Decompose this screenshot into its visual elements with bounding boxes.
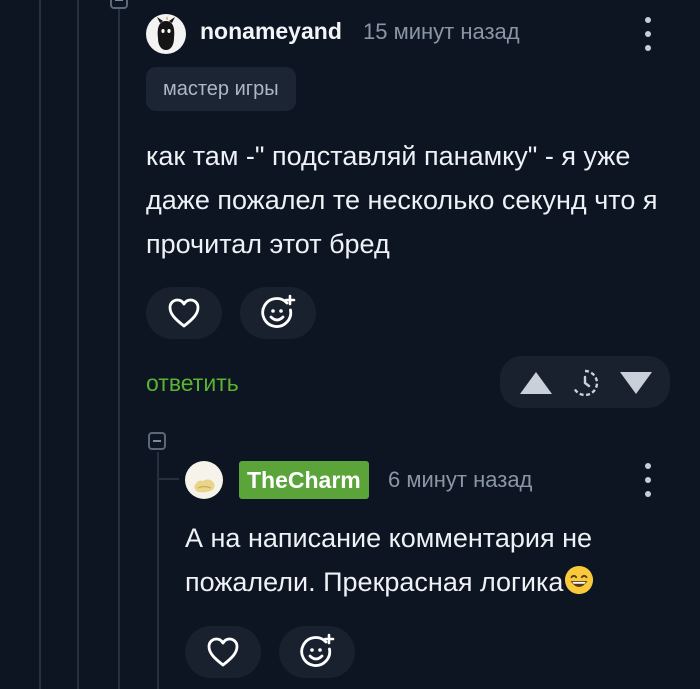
heart-icon: [207, 637, 239, 667]
smiley-plus-icon: [261, 294, 296, 328]
comment-text: как там -" подставляй панамку" - я уже д…: [146, 141, 658, 259]
comment-author[interactable]: TheCharm: [239, 461, 369, 499]
comment-text: А на написание комментария не пожалели. …: [185, 516, 685, 604]
clock-history-icon[interactable]: [570, 368, 600, 398]
like-button[interactable]: [185, 626, 261, 678]
triangle-up-icon[interactable]: [518, 370, 554, 396]
like-button[interactable]: [146, 287, 222, 339]
react-button[interactable]: [279, 626, 355, 678]
thread-line: [157, 452, 159, 689]
user-tag[interactable]: мастер игры: [146, 67, 296, 111]
kebab-menu-icon[interactable]: [642, 17, 654, 51]
avatar[interactable]: [185, 461, 223, 499]
thread-line: [77, 0, 79, 689]
triangle-down-icon[interactable]: [618, 370, 654, 396]
comment-time[interactable]: 15 минут назад: [363, 19, 520, 45]
reply-link[interactable]: ответить: [146, 370, 239, 397]
thread-line: [118, 0, 120, 689]
collapse-icon[interactable]: [110, 0, 128, 9]
collapse-icon[interactable]: [148, 432, 166, 450]
comment-author[interactable]: nonameyand: [200, 18, 342, 45]
thread-connector: [157, 478, 179, 480]
grinning-face-emoji: [565, 565, 594, 595]
rating-box: [500, 356, 670, 408]
comment-text-body: А на написание комментария не пожалели. …: [185, 523, 593, 597]
smiley-plus-icon: [300, 633, 335, 667]
thread-line: [39, 0, 41, 689]
heart-icon: [168, 298, 200, 328]
comment-time[interactable]: 6 минут назад: [388, 467, 532, 493]
react-button[interactable]: [240, 287, 316, 339]
kebab-menu-icon[interactable]: [642, 463, 654, 497]
avatar[interactable]: [146, 14, 186, 54]
